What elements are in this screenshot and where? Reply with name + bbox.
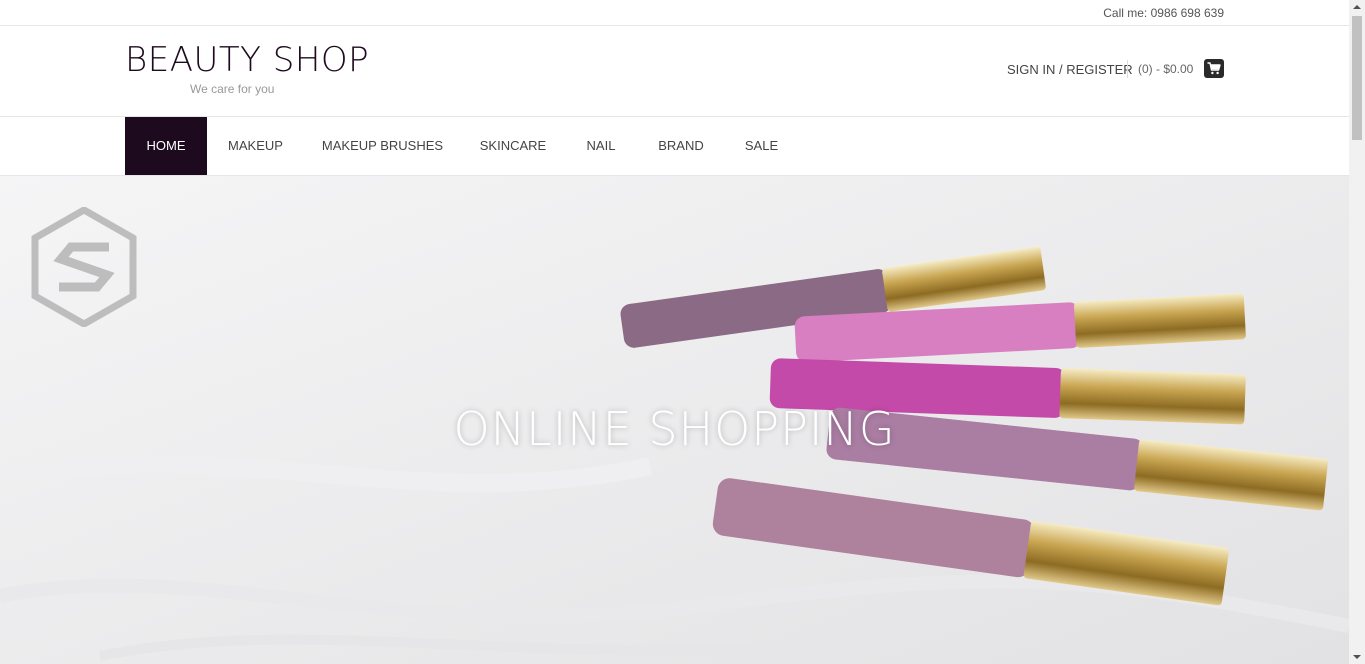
scrollbar-thumb[interactable] bbox=[1352, 16, 1362, 140]
nav-makeup-brushes[interactable]: MAKEUP BRUSHES bbox=[304, 117, 461, 175]
page-scrollbar[interactable] bbox=[1349, 0, 1365, 664]
header-divider bbox=[1127, 60, 1128, 78]
hexagon-s-logo-icon bbox=[31, 207, 137, 327]
nav-skincare[interactable]: SKINCARE bbox=[461, 117, 565, 175]
hero-banner[interactable]: ONLINE SHOPPING bbox=[0, 176, 1349, 664]
logo-tagline: We care for you bbox=[190, 82, 275, 96]
shopping-cart-icon bbox=[1207, 62, 1221, 75]
hero-title: ONLINE SHOPPING bbox=[453, 402, 896, 456]
slider-pagination bbox=[660, 660, 680, 664]
top-bar: Call me: 0986 698 639 bbox=[0, 0, 1349, 26]
nav-sale[interactable]: SALE bbox=[725, 117, 798, 175]
logo-title[interactable]: BEAUTY SHOP bbox=[125, 40, 369, 80]
site-header: BEAUTY SHOP We care for you SIGN IN / RE… bbox=[0, 26, 1349, 117]
main-navigation: HOME MAKEUP MAKEUP BRUSHES SKINCARE NAIL… bbox=[0, 117, 1349, 176]
cart-button[interactable] bbox=[1204, 59, 1224, 78]
page: Call me: 0986 698 639 BEAUTY SHOP We car… bbox=[0, 0, 1349, 664]
nav-makeup[interactable]: MAKEUP bbox=[207, 117, 304, 175]
sign-in-register-link[interactable]: SIGN IN / REGISTER bbox=[1007, 62, 1133, 77]
nav-brand[interactable]: BRAND bbox=[637, 117, 725, 175]
cart-summary[interactable]: (0) - $0.00 bbox=[1138, 62, 1193, 76]
nav-nail[interactable]: NAIL bbox=[565, 117, 637, 175]
call-text: Call me: 0986 698 639 bbox=[1103, 6, 1224, 20]
nav-home[interactable]: HOME bbox=[125, 117, 207, 175]
scroll-up-arrow-icon[interactable] bbox=[1349, 0, 1365, 14]
scroll-down-arrow-icon[interactable] bbox=[1349, 650, 1365, 664]
